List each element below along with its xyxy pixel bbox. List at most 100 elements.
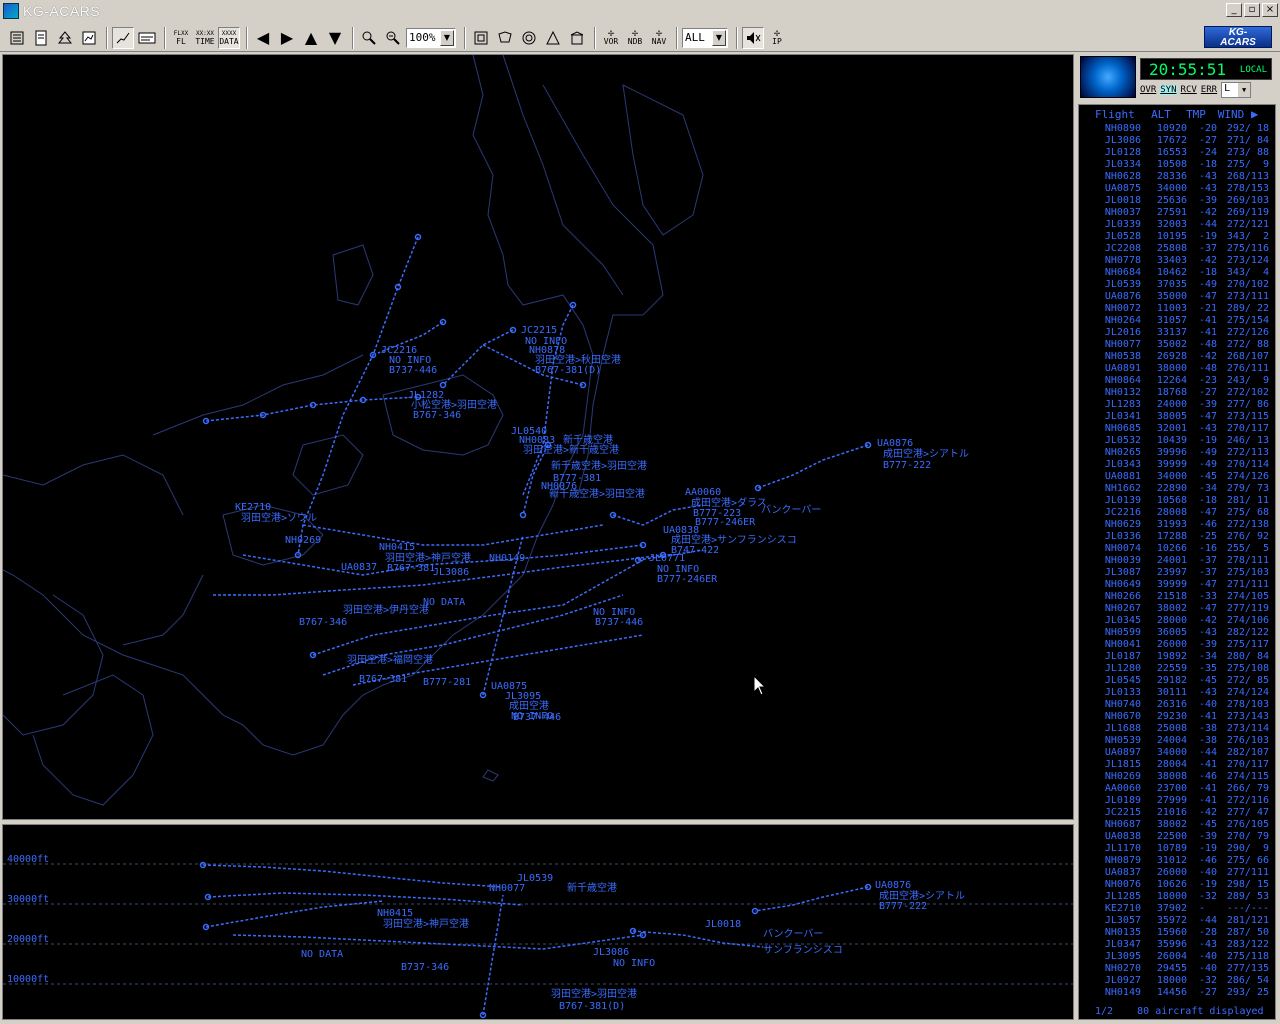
zoom-out-icon[interactable] — [382, 27, 404, 49]
flight-row[interactable]: JL1815 28004 -41 270/117 — [1079, 759, 1275, 771]
col-tmp[interactable]: TMP — [1181, 108, 1211, 121]
filter-select[interactable]: ALL ▼ — [682, 27, 728, 48]
flight-row[interactable]: JL0334 10508 -18 275/ 9 — [1079, 159, 1275, 171]
route-icon[interactable] — [494, 27, 516, 49]
flight-row[interactable]: AA0060 23700 -41 266/ 79 — [1079, 783, 1275, 795]
flight-row[interactable]: JL0532 10439 -19 246/ 13 — [1079, 435, 1275, 447]
maximize-button[interactable]: ▫ — [1244, 3, 1260, 17]
col-alt[interactable]: ALT — [1141, 108, 1181, 121]
list-icon[interactable] — [6, 27, 28, 49]
nav-button[interactable]: ✢ NAV — [648, 27, 670, 49]
flight-row[interactable]: JC2215 21016 -42 277/ 47 — [1079, 807, 1275, 819]
flight-row[interactable]: NH0538 26928 -42 268/107 — [1079, 351, 1275, 363]
flight-row[interactable]: NH0890 10920 -20 292/ 18 — [1079, 123, 1275, 135]
flight-row[interactable]: NH0074 10266 -16 255/ 5 — [1079, 543, 1275, 555]
flight-row[interactable]: NH0269 38008 -46 274/115 — [1079, 771, 1275, 783]
flight-row[interactable]: JL1283 24000 -39 277/ 86 — [1079, 399, 1275, 411]
flight-row[interactable]: JL0187 19892 -34 280/ 84 — [1079, 651, 1275, 663]
flight-row[interactable]: JL0018 25636 -39 269/103 — [1079, 195, 1275, 207]
document-icon[interactable] — [30, 27, 52, 49]
zoom-select[interactable]: 100% ▼ — [406, 27, 456, 48]
flight-row[interactable]: UA0891 38000 -48 276/111 — [1079, 363, 1275, 375]
chevron-down-icon[interactable]: ▼ — [712, 29, 726, 46]
flight-row[interactable]: JL3087 23997 -37 275/103 — [1079, 567, 1275, 579]
flight-row[interactable]: NH0684 10462 -18 343/ 4 — [1079, 267, 1275, 279]
chart-icon[interactable] — [78, 27, 100, 49]
vor-button[interactable]: ✢ VOR — [600, 27, 622, 49]
titlebar[interactable]: KG-ACARS — [0, 0, 1280, 22]
flight-row[interactable]: NH0072 11003 -21 289/ 22 — [1079, 303, 1275, 315]
altitude-profile-view[interactable]: 40000ft 30000ft 20000ft 10000ft UA0876 成田空港>… — [2, 824, 1074, 1020]
col-wind[interactable]: WIND — [1211, 108, 1251, 121]
flight-row[interactable]: NH0267 38002 -47 277/119 — [1079, 603, 1275, 615]
zoom-in-icon[interactable] — [358, 27, 380, 49]
scroll-right-icon[interactable]: ▶ — [1251, 107, 1258, 121]
flight-row[interactable]: JL0345 28000 -42 274/106 — [1079, 615, 1275, 627]
target-icon[interactable] — [518, 27, 540, 49]
flight-row[interactable]: NH0265 39996 -49 272/113 — [1079, 447, 1275, 459]
flight-row[interactable]: JL3095 26004 -40 275/118 — [1079, 951, 1275, 963]
flight-row[interactable]: JL0339 32003 -44 272/121 — [1079, 219, 1275, 231]
frame-icon[interactable] — [470, 27, 492, 49]
flight-row[interactable]: JL0347 35996 -43 283/122 — [1079, 939, 1275, 951]
flight-row[interactable]: JL0528 10195 -19 343/ 2 — [1079, 231, 1275, 243]
flight-row[interactable]: NH0649 39999 -47 271/111 — [1079, 579, 1275, 591]
flight-row[interactable]: JL3086 17672 -27 271/ 84 — [1079, 135, 1275, 147]
up-arrow-icon[interactable]: ▲ — [300, 27, 322, 49]
flight-row[interactable]: JL2016 33137 -41 272/126 — [1079, 327, 1275, 339]
flight-row[interactable]: JL0927 18000 -32 286/ 54 — [1079, 975, 1275, 987]
mute-icon[interactable] — [742, 26, 764, 49]
flight-row[interactable]: JL1170 10789 -19 290/ 9 — [1079, 843, 1275, 855]
flight-row[interactable]: UA0876 35000 -47 273/111 — [1079, 291, 1275, 303]
flight-row[interactable]: JL0189 27999 -41 272/116 — [1079, 795, 1275, 807]
flight-row[interactable]: NH0132 18768 -27 272/102 — [1079, 387, 1275, 399]
flight-row[interactable]: JL1285 18000 -32 289/ 53 — [1079, 891, 1275, 903]
chevron-down-icon[interactable]: ▼ — [1238, 83, 1251, 97]
flight-row[interactable]: NH0740 26316 -40 278/103 — [1079, 699, 1275, 711]
flight-row[interactable]: NH0266 21518 -33 274/105 — [1079, 591, 1275, 603]
flight-row[interactable]: NH1662 22890 -34 279/ 73 — [1079, 483, 1275, 495]
triangle-icon[interactable] — [542, 27, 564, 49]
flight-row[interactable]: NH0149 14456 -27 293/ 25 — [1079, 987, 1275, 999]
flight-list[interactable]: Flight ALT TMP WIND ▶ NH0890 10920 -20 292/… — [1078, 104, 1276, 1020]
building-icon[interactable] — [566, 27, 588, 49]
flight-row[interactable]: JL1688 25008 -38 273/114 — [1079, 723, 1275, 735]
chevron-down-icon[interactable]: ▼ — [440, 29, 454, 46]
flight-row[interactable]: UA0875 34000 -43 278/153 — [1079, 183, 1275, 195]
left-arrow-icon[interactable]: ◀ — [252, 27, 274, 49]
flight-row[interactable]: JL0539 37035 -49 270/102 — [1079, 279, 1275, 291]
flight-row[interactable]: JC2208 25808 -37 275/116 — [1079, 243, 1275, 255]
flight-row[interactable]: NH0270 29455 -40 277/135 — [1079, 963, 1275, 975]
flight-row[interactable]: JL3057 35972 -44 281/121 — [1079, 915, 1275, 927]
data-button[interactable]: XXXX DATA — [218, 26, 240, 49]
flight-row[interactable]: JL0133 30111 -43 274/124 — [1079, 687, 1275, 699]
flight-row[interactable]: UA0837 26000 -40 277/111 — [1079, 867, 1275, 879]
flight-row[interactable]: NH0879 31012 -46 275/ 66 — [1079, 855, 1275, 867]
name-tag-icon[interactable] — [136, 27, 158, 49]
flight-row[interactable]: JL0336 17288 -25 276/ 92 — [1079, 531, 1275, 543]
flight-row[interactable]: NH0041 26000 -39 275/117 — [1079, 639, 1275, 651]
down-arrow-icon[interactable]: ▼ — [324, 27, 346, 49]
minimize-button[interactable]: _ — [1226, 3, 1242, 17]
flight-row[interactable]: NH0864 12264 -23 243/ 9 — [1079, 375, 1275, 387]
flight-row[interactable]: JL0545 29182 -45 272/ 85 — [1079, 675, 1275, 687]
flight-row[interactable]: NH0629 31993 -46 272/138 — [1079, 519, 1275, 531]
flight-row[interactable]: JL0343 39999 -49 270/114 — [1079, 459, 1275, 471]
flight-row[interactable]: KE2710 37902- ---/--- — [1079, 903, 1275, 915]
flight-row[interactable]: NH0685 32001 -43 270/117 — [1079, 423, 1275, 435]
map-view[interactable]: JC2216 NO INFO B737-446 JC2215 NO INFO NH0878… — [2, 54, 1074, 820]
flight-row[interactable]: NH0039 24001 -37 278/111 — [1079, 555, 1275, 567]
tree-icon[interactable] — [54, 27, 76, 49]
flight-row[interactable]: NH0076 10626 -19 298/ 15 — [1079, 879, 1275, 891]
right-arrow-icon[interactable]: ▶ — [276, 27, 298, 49]
flight-row[interactable]: NH0599 36005 -43 282/122 — [1079, 627, 1275, 639]
flight-row[interactable]: NH0687 38002 -45 276/105 — [1079, 819, 1275, 831]
flight-row[interactable]: NH0037 27591 -42 269/119 — [1079, 207, 1275, 219]
flight-row[interactable]: NH0628 28336 -43 268/113 — [1079, 171, 1275, 183]
flight-row[interactable]: JL0341 38005 -47 273/115 — [1079, 411, 1275, 423]
track-icon[interactable] — [112, 26, 134, 49]
flight-row[interactable]: UA0897 34000 -44 282/107 — [1079, 747, 1275, 759]
flight-row[interactable]: NH0077 35002 -48 272/ 88 — [1079, 339, 1275, 351]
profile-canvas[interactable]: 40000ft30000ft20000ft10000ft UA0876成田空港>… — [3, 825, 1074, 1020]
col-flight[interactable]: Flight — [1095, 108, 1141, 121]
